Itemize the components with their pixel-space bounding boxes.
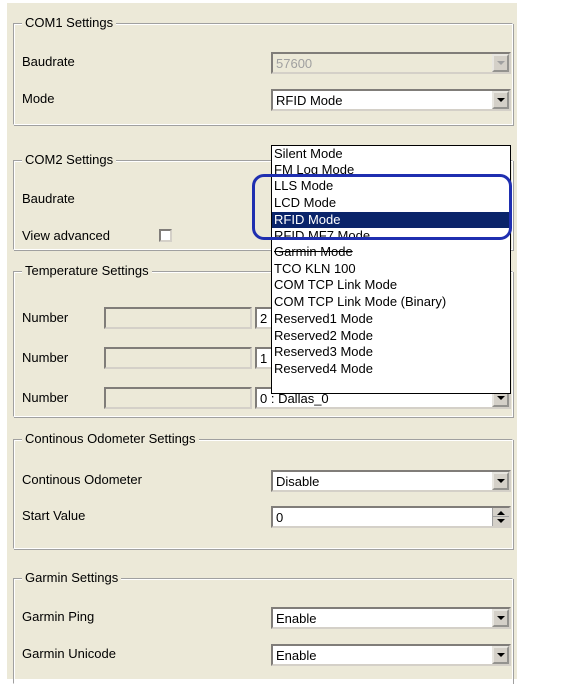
chevron-down-icon[interactable] (492, 609, 509, 627)
chevron-down-icon[interactable] (492, 472, 509, 490)
com1-mode-value: RFID Mode (276, 93, 343, 108)
mode-option-reserved4[interactable]: Reserved4 Mode (272, 361, 510, 377)
temperature-number-label: Number (22, 350, 69, 365)
mode-option-com-tcp-link-binary[interactable]: COM TCP Link Mode (Binary) (272, 294, 510, 310)
garmin-settings-group: Garmin Settings (13, 570, 513, 684)
option-label: Reserved1 Mode (274, 311, 373, 326)
odometer-settings-title: Continous Odometer Settings (22, 431, 199, 447)
view-advanced-checkbox[interactable] (159, 229, 172, 242)
settings-panel: COM1 Settings Baudrate 57600 Mode RFID M… (7, 3, 517, 684)
start-value-stepper[interactable]: 0 (271, 506, 511, 528)
com1-baudrate-select: 57600 (271, 52, 511, 74)
temperature-number-field[interactable] (104, 307, 252, 329)
annotation-highlight-outline (252, 174, 512, 240)
garmin-ping-label: Garmin Ping (22, 609, 95, 624)
mode-option-tco-kln[interactable]: TCO KLN 100 (272, 261, 510, 277)
temperature-number-label: Number (22, 310, 69, 325)
temperature-settings-title: Temperature Settings (22, 263, 152, 279)
option-label: Reserved3 Mode (274, 344, 373, 359)
option-label: Silent Mode (274, 146, 343, 161)
chevron-down-icon (492, 54, 509, 72)
temperature-number-field[interactable] (104, 347, 252, 369)
garmin-ping-select[interactable]: Enable (271, 607, 511, 629)
temperature-sensor-value: 2 (260, 311, 268, 326)
continuous-odometer-label: Continous Odometer (22, 472, 142, 487)
spinner-arrows-icon[interactable] (492, 508, 509, 526)
option-label: TCO KLN 100 (274, 261, 356, 276)
continuous-odometer-select[interactable]: Disable (271, 470, 511, 492)
garmin-ping-value: Enable (276, 611, 317, 626)
continuous-odometer-value: Disable (276, 474, 320, 489)
com2-settings-title: COM2 Settings (22, 152, 117, 168)
option-label: COM TCP Link Mode (Binary) (274, 294, 447, 309)
chevron-down-icon[interactable] (492, 646, 509, 664)
mode-option-com-tcp-link[interactable]: COM TCP Link Mode (272, 277, 510, 293)
start-value: 0 (276, 510, 284, 525)
mode-option-reserved3[interactable]: Reserved3 Mode (272, 344, 510, 360)
garmin-unicode-label: Garmin Unicode (22, 646, 116, 661)
com2-baudrate-label: Baudrate (22, 191, 75, 206)
settings-window: COM1 Settings Baudrate 57600 Mode RFID M… (0, 0, 579, 684)
com1-baudrate-label: Baudrate (22, 54, 75, 69)
option-label: COM TCP Link Mode (274, 277, 398, 292)
com1-mode-label: Mode (22, 91, 55, 106)
com1-mode-select[interactable]: RFID Mode (271, 89, 511, 111)
view-advanced-label: View advanced (22, 228, 110, 243)
temperature-number-label: Number (22, 390, 69, 405)
mode-option-reserved1[interactable]: Reserved1 Mode (272, 311, 510, 327)
com1-settings-title: COM1 Settings (22, 15, 117, 31)
chevron-down-icon[interactable] (492, 91, 509, 109)
option-label: Garmin Mode (274, 244, 353, 259)
odometer-settings-group: Continous Odometer Settings (13, 431, 513, 549)
option-label: Reserved4 Mode (274, 361, 373, 376)
com1-baudrate-value: 57600 (276, 56, 313, 71)
garmin-unicode-select[interactable]: Enable (271, 644, 511, 666)
option-label: Reserved2 Mode (274, 328, 373, 343)
mode-option-garmin[interactable]: Garmin Mode (272, 244, 510, 260)
garmin-unicode-value: Enable (276, 648, 317, 663)
mode-option-reserved2[interactable]: Reserved2 Mode (272, 328, 510, 344)
garmin-settings-title: Garmin Settings (22, 570, 122, 586)
temperature-sensor-value: 1 (260, 351, 268, 366)
mode-option-silent[interactable]: Silent Mode (272, 146, 510, 162)
temperature-number-field[interactable] (104, 387, 252, 409)
start-value-label: Start Value (22, 508, 86, 523)
